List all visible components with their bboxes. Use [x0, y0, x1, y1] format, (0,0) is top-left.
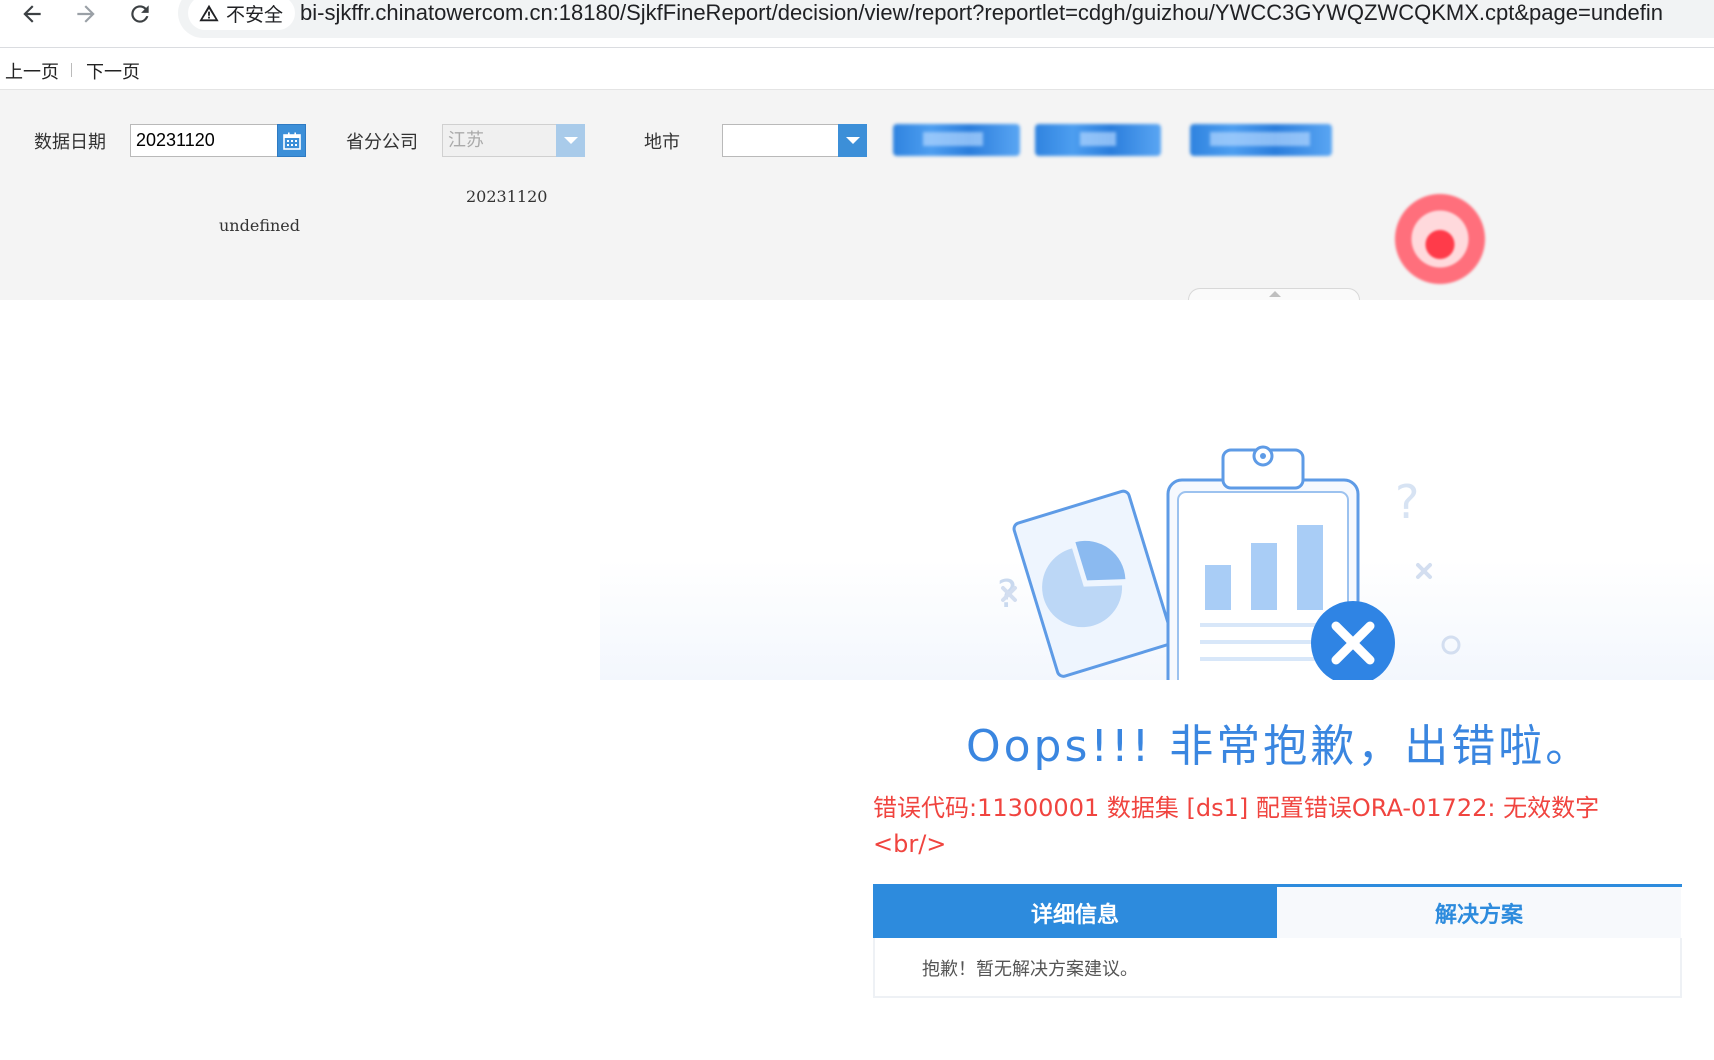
date-label: 数据日期: [34, 132, 106, 153]
province-label: 省分公司: [346, 132, 418, 153]
tab-details[interactable]: 详细信息: [873, 887, 1277, 938]
echo-undefined-text: undefined: [219, 216, 301, 235]
avatar: [1392, 184, 1488, 294]
security-chip[interactable]: 不安全: [188, 0, 296, 30]
url-text[interactable]: bi-sjkffr.chinatowercom.cn:18180/SjkfFin…: [300, 0, 1663, 26]
tab-solution[interactable]: 解决方案: [1277, 887, 1681, 938]
calendar-button[interactable]: [277, 124, 306, 157]
illustration-mask: [960, 680, 1560, 700]
city-select[interactable]: [722, 124, 840, 157]
calendar-icon: [282, 132, 301, 150]
chevron-down-icon: [845, 137, 860, 144]
error-message: 错误代码:11300001 数据集 [ds1] 配置错误ORA-01722: 无…: [873, 794, 1600, 858]
query-button[interactable]: [893, 124, 1020, 156]
city-dropdown-button[interactable]: [838, 124, 867, 157]
warning-triangle-icon: [199, 4, 219, 22]
pager-bar: 上一页 下一页: [0, 49, 1714, 90]
error-title: Oops!!! 非常抱歉，出错啦。: [966, 721, 1593, 772]
pager-divider: [71, 63, 72, 77]
parameter-panel: 数据日期 20231120 省分公司 江苏 地市 20231120 undefi…: [0, 90, 1714, 300]
error-tabs: 详细信息 解决方案: [873, 884, 1682, 938]
province-dropdown-button[interactable]: [556, 124, 585, 157]
date-input[interactable]: 20231120: [130, 124, 278, 157]
province-select[interactable]: 江苏: [442, 124, 557, 157]
export-button[interactable]: [1190, 124, 1332, 156]
arrow-right-icon: [77, 5, 95, 23]
forward-button[interactable]: [66, 0, 106, 28]
arrow-left-icon: [23, 5, 41, 23]
reload-icon: [131, 5, 149, 23]
error-report-icon: ? ?: [997, 445, 1461, 680]
tab-content: 抱歉！暂无解决方案建议。: [873, 938, 1682, 998]
echo-date-text: 20231120: [466, 187, 548, 206]
chevron-down-icon: [563, 137, 578, 144]
reload-button[interactable]: [120, 0, 160, 28]
security-label: 不安全: [226, 3, 284, 26]
back-button[interactable]: [12, 0, 52, 28]
browser-toolbar: 不安全 bi-sjkffr.chinatowercom.cn:18180/Sjk…: [0, 0, 1714, 48]
collapse-panel-toggle[interactable]: [1188, 288, 1360, 300]
prev-page-link[interactable]: 上一页: [5, 58, 59, 84]
reset-button[interactable]: [1035, 124, 1161, 156]
next-page-link[interactable]: 下一页: [86, 58, 140, 84]
svg-text:?: ?: [1395, 475, 1419, 529]
city-label: 地市: [644, 132, 680, 153]
